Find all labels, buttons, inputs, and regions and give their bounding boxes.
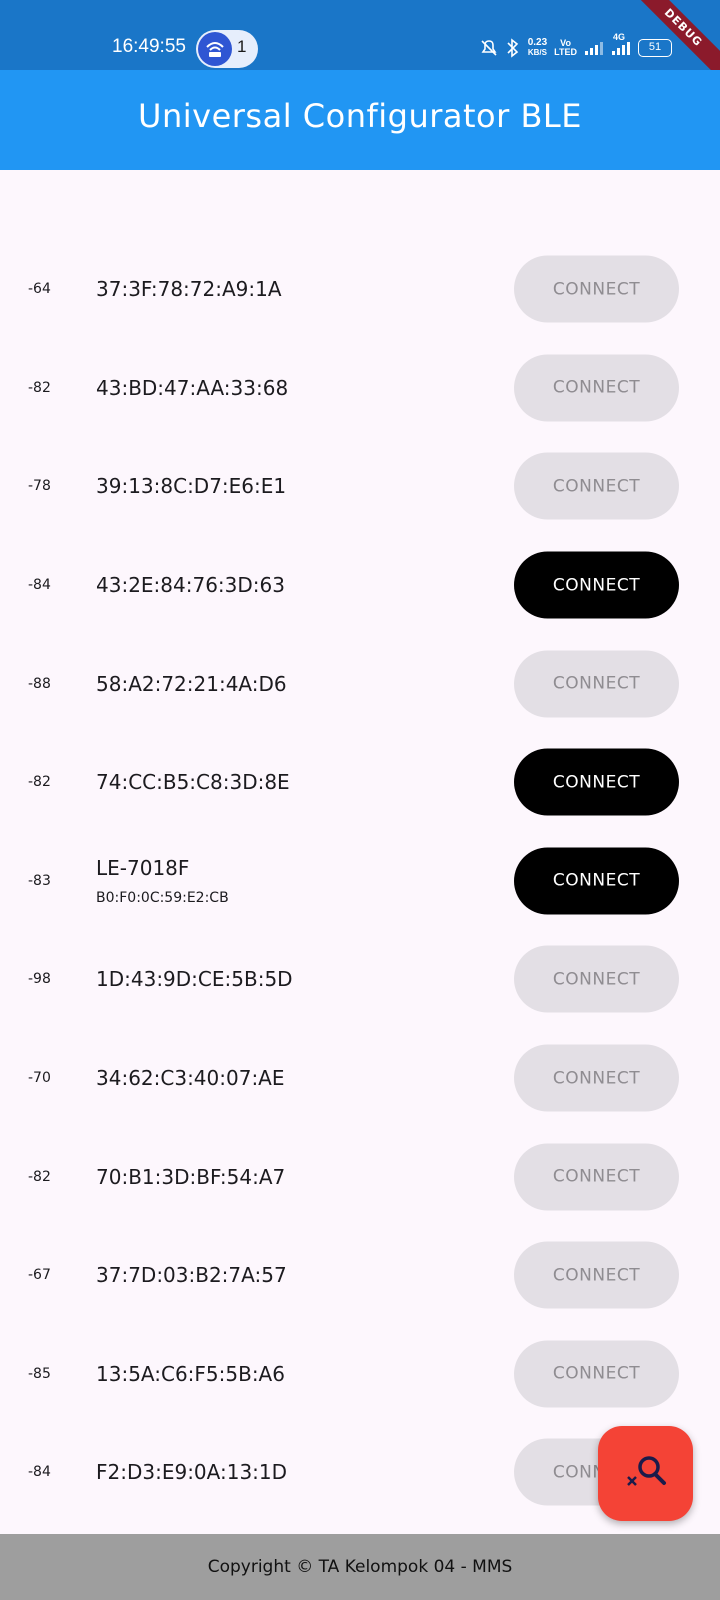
battery-icon: 51 — [638, 39, 672, 57]
connect-button[interactable]: CONNECT — [514, 1340, 679, 1408]
device-rssi: -85 — [28, 1365, 51, 1382]
connect-button[interactable]: CONNECT — [514, 452, 679, 520]
device-info: 37:3F:78:72:A9:1A — [96, 277, 282, 301]
copyright-text: Copyright © TA Kelompok 04 - MMS — [207, 1557, 513, 1577]
device-rssi: -82 — [28, 774, 51, 791]
status-bar: 16:49:55 1 0.23 KB/S Vo LTED 4G 51 DEBUG — [0, 0, 720, 89]
battery-level: 51 — [648, 41, 662, 53]
hotspot-icon — [198, 32, 232, 66]
connect-button[interactable]: CONNECT — [514, 354, 679, 422]
device-info: 37:7D:03:B2:7A:57 — [96, 1263, 287, 1287]
device-list: -64 37:3F:78:72:A9:1A CONNECT -82 43:BD:47:A… — [0, 240, 720, 1522]
device-info: 34:62:C3:40:07:AE — [96, 1066, 285, 1090]
device-info: LE-7018F B0:F0:0C:59:E2:CB — [96, 856, 229, 906]
device-name: 13:5A:C6:F5:5B:A6 — [96, 1361, 285, 1386]
device-rssi: -78 — [28, 478, 51, 495]
device-row: -64 37:3F:78:72:A9:1A CONNECT — [0, 240, 720, 339]
device-row: -85 13:5A:C6:F5:5B:A6 CONNECT — [0, 1325, 720, 1424]
device-name: 74:CC:B5:C8:3D:8E — [96, 770, 290, 795]
device-name: 43:2E:84:76:3D:63 — [96, 573, 285, 598]
device-info: 43:BD:47:AA:33:68 — [96, 376, 288, 400]
device-name: 70:B1:3D:BF:54:A7 — [96, 1164, 286, 1189]
signal-4g-icon: 4G — [611, 32, 631, 56]
search-off-icon — [624, 1450, 668, 1498]
device-rssi: -82 — [28, 379, 51, 396]
device-rssi: -82 — [28, 1168, 51, 1185]
device-info: 74:CC:B5:C8:3D:8E — [96, 770, 290, 794]
device-row: -70 34:62:C3:40:07:AE CONNECT — [0, 1029, 720, 1128]
device-name: 58:A2:72:21:4A:D6 — [96, 671, 287, 696]
bluetooth-icon — [505, 38, 521, 58]
device-name: 37:3F:78:72:A9:1A — [96, 277, 282, 302]
device-row: -82 70:B1:3D:BF:54:A7 CONNECT — [0, 1127, 720, 1226]
device-rssi: -67 — [28, 1267, 51, 1284]
device-info: 1D:43:9D:CE:5B:5D — [96, 967, 293, 991]
device-rssi: -84 — [28, 577, 51, 594]
hotspot-count: 1 — [237, 37, 247, 56]
connect-button[interactable]: CONNECT — [514, 551, 679, 619]
connect-button[interactable]: CONNECT — [514, 650, 679, 718]
device-rssi: -83 — [28, 872, 51, 889]
device-name: F2:D3:E9:0A:13:1D — [96, 1460, 288, 1485]
device-rssi: -70 — [28, 1070, 51, 1087]
connect-button[interactable]: CONNECT — [514, 748, 679, 816]
device-info: 39:13:8C:D7:E6:E1 — [96, 474, 286, 498]
status-time: 16:49:55 — [112, 36, 186, 57]
footer: Copyright © TA Kelompok 04 - MMS — [0, 1534, 720, 1600]
device-info: F2:D3:E9:0A:13:1D — [96, 1460, 287, 1484]
device-name: 43:BD:47:AA:33:68 — [96, 375, 289, 400]
connect-button[interactable]: CONNECT — [514, 847, 679, 915]
connect-button[interactable]: CONNECT — [514, 945, 679, 1013]
device-row: -82 43:BD:47:AA:33:68 CONNECT — [0, 339, 720, 438]
device-info: 70:B1:3D:BF:54:A7 — [96, 1165, 285, 1189]
app-bar: Universal Configurator BLE — [0, 70, 720, 170]
device-row: -82 74:CC:B5:C8:3D:8E CONNECT — [0, 733, 720, 832]
device-name: 1D:43:9D:CE:5B:5D — [96, 967, 293, 992]
device-address: B0:F0:0C:59:E2:CB — [96, 889, 229, 906]
device-row: -83 LE-7018F B0:F0:0C:59:E2:CB CONNECT — [0, 832, 720, 931]
device-info: 13:5A:C6:F5:5B:A6 — [96, 1362, 285, 1386]
volte-indicator: Vo LTED — [554, 38, 577, 57]
mute-icon — [480, 39, 498, 57]
device-name: 39:13:8C:D7:E6:E1 — [96, 474, 287, 499]
connect-button[interactable]: CONNECT — [514, 1044, 679, 1112]
device-name: 34:62:C3:40:07:AE — [96, 1066, 285, 1091]
hotspot-indicator[interactable]: 1 — [196, 30, 258, 68]
connect-button[interactable]: CONNECT — [514, 1241, 679, 1309]
stop-scan-fab[interactable] — [598, 1426, 693, 1521]
device-row: -78 39:13:8C:D7:E6:E1 CONNECT — [0, 437, 720, 536]
connect-button[interactable]: CONNECT — [514, 255, 679, 323]
connect-button[interactable]: CONNECT — [514, 1143, 679, 1211]
device-row: -84 43:2E:84:76:3D:63 CONNECT — [0, 536, 720, 635]
device-info: 58:A2:72:21:4A:D6 — [96, 672, 287, 696]
network-speed: 0.23 KB/S — [527, 37, 548, 58]
device-rssi: -64 — [28, 281, 51, 298]
device-row: -88 58:A2:72:21:4A:D6 CONNECT — [0, 634, 720, 733]
page-title: Universal Configurator BLE — [138, 97, 582, 135]
device-info: 43:2E:84:76:3D:63 — [96, 573, 285, 597]
device-rssi: -88 — [28, 675, 51, 692]
device-rssi: -84 — [28, 1464, 51, 1481]
device-name: LE-7018F — [96, 855, 190, 880]
status-icons: 0.23 KB/S Vo LTED 4G 51 — [480, 32, 672, 60]
device-name: 37:7D:03:B2:7A:57 — [96, 1263, 287, 1288]
device-rssi: -98 — [28, 971, 51, 988]
device-row: -98 1D:43:9D:CE:5B:5D CONNECT — [0, 930, 720, 1029]
device-row: -67 37:7D:03:B2:7A:57 CONNECT — [0, 1226, 720, 1325]
signal-icon — [584, 40, 604, 56]
